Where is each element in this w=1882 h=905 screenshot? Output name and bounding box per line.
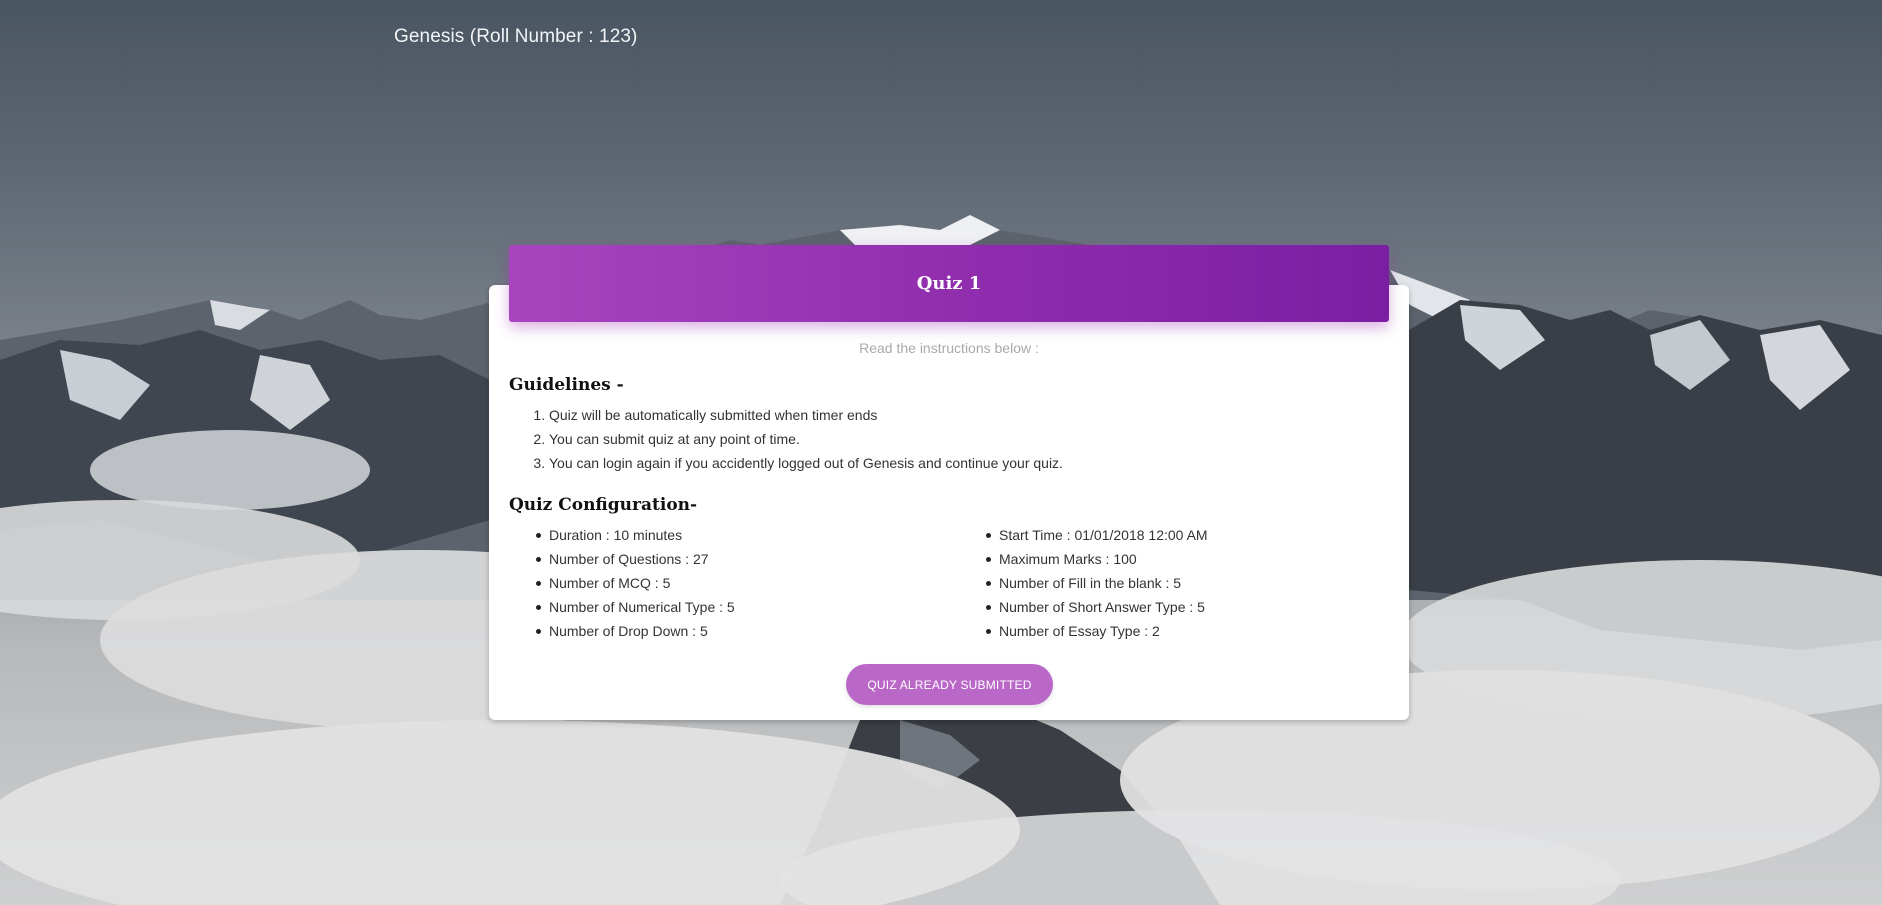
quiz-card-header: Quiz 1 <box>509 245 1389 322</box>
quiz-configuration-heading: Quiz Configuration- <box>509 495 698 515</box>
config-item-essay: Number of Essay Type : 2 <box>986 621 1208 645</box>
config-item-fill-blank: Number of Fill in the blank : 5 <box>986 573 1208 597</box>
guidelines-list: Quiz will be automatically submitted whe… <box>509 405 1063 477</box>
guidelines-heading: Guidelines - <box>509 375 624 395</box>
instructions-subtitle: Read the instructions below : <box>859 340 1039 356</box>
config-item-numerical: Number of Numerical Type : 5 <box>536 597 735 621</box>
config-item-dropdown: Number of Drop Down : 5 <box>536 621 735 645</box>
user-roll-label: Genesis (Roll Number : 123) <box>394 26 638 47</box>
config-item-questions: Number of Questions : 27 <box>536 549 735 573</box>
config-list-right: Start Time : 01/01/2018 12:00 AM Maximum… <box>959 525 1208 645</box>
guideline-item: You can submit quiz at any point of time… <box>549 429 1063 453</box>
guideline-item: You can login again if you accidently lo… <box>549 453 1063 477</box>
config-item-max-marks: Maximum Marks : 100 <box>986 549 1208 573</box>
quiz-already-submitted-button[interactable]: QUIZ ALREADY SUBMITTED <box>846 664 1053 705</box>
config-item-duration: Duration : 10 minutes <box>536 525 735 549</box>
guideline-item: Quiz will be automatically submitted whe… <box>549 405 1063 429</box>
quiz-title: Quiz 1 <box>916 273 982 294</box>
config-item-start-time: Start Time : 01/01/2018 12:00 AM <box>986 525 1208 549</box>
config-item-short-answer: Number of Short Answer Type : 5 <box>986 597 1208 621</box>
config-list-left: Duration : 10 minutes Number of Question… <box>509 525 735 645</box>
config-item-mcq: Number of MCQ : 5 <box>536 573 735 597</box>
